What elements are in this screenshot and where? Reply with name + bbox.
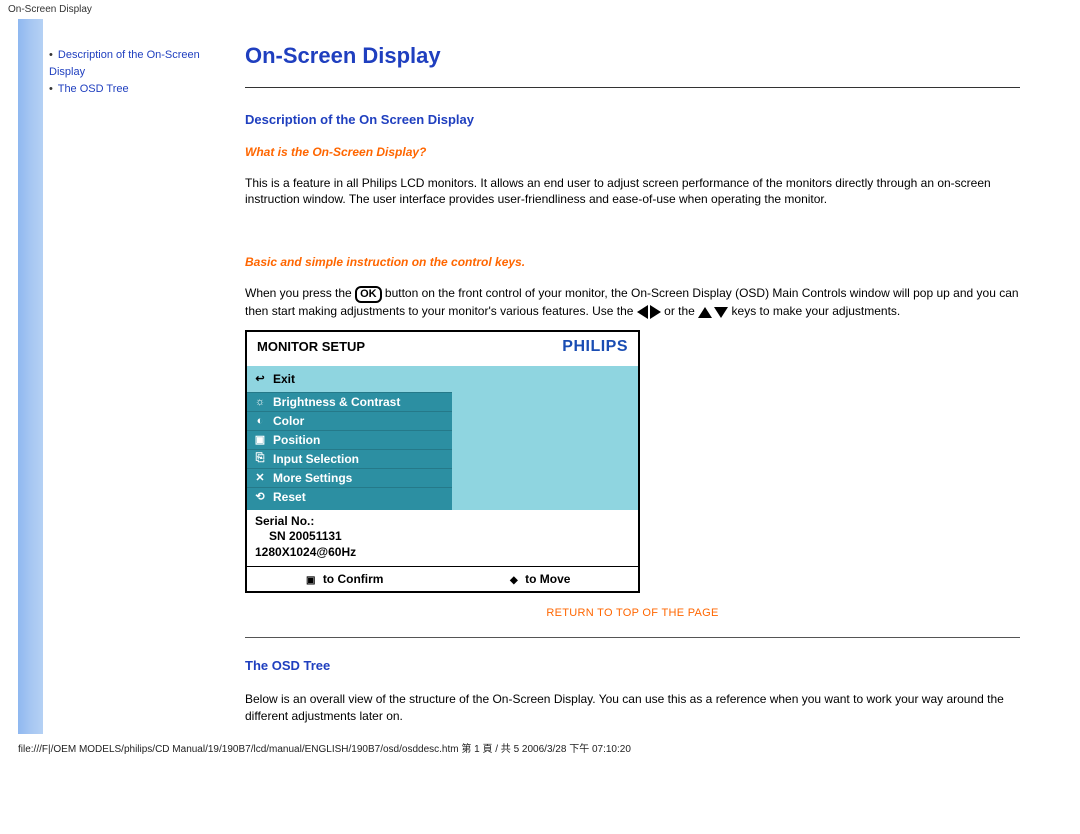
sidebar-item-description[interactable]: • Description of the On-Screen Display — [49, 47, 227, 81]
left-decoration-bar — [18, 19, 43, 734]
osd-header-title: MONITOR SETUP — [257, 339, 365, 354]
subheading-instruction: Basic and simple instruction on the cont… — [245, 255, 1020, 269]
osd-item-position[interactable]: ▣ Position — [247, 430, 452, 449]
section-heading-osd-tree: The OSD Tree — [245, 658, 1020, 673]
osd-item-color[interactable]: ◐ Color — [247, 411, 452, 430]
osd-item-reset[interactable]: ⟲ Reset — [247, 487, 452, 510]
sidebar: • Description of the On-Screen Display •… — [43, 19, 233, 734]
input-icon: ⎘ — [253, 453, 267, 465]
osd-menu-right-pane — [452, 366, 638, 510]
tools-icon: ✕ — [253, 472, 267, 484]
osd-footer: ▣ to Confirm ◆ to Move — [247, 566, 638, 591]
osd-item-label: More Settings — [273, 471, 352, 485]
paragraph-osd-tree: Below is an overall view of the structur… — [245, 691, 1020, 723]
osd-item-more[interactable]: ✕ More Settings — [247, 468, 452, 487]
section-heading-description: Description of the On Screen Display — [245, 112, 1020, 127]
sidebar-item-osd-tree[interactable]: • The OSD Tree — [49, 81, 227, 98]
osd-item-label: Position — [273, 433, 320, 447]
return-link-text[interactable]: RETURN TO TOP OF THE PAGE — [546, 607, 718, 619]
text-fragment: or the — [664, 304, 698, 318]
divider — [245, 637, 1020, 638]
osd-info-block: Serial No.: SN 20051131 1280X1024@60Hz — [247, 510, 638, 567]
osd-footer-confirm: ▣ to Confirm — [247, 567, 443, 591]
arrow-up-down-icon — [698, 303, 728, 319]
osd-header: MONITOR SETUP PHILIPS — [247, 332, 638, 366]
sidebar-link-description[interactable]: Description of the On-Screen Display — [49, 49, 200, 78]
right-spacer — [1032, 19, 1062, 734]
text-fragment: When you press the — [245, 286, 355, 300]
return-icon: ↩ — [253, 373, 267, 385]
sun-icon: ☼ — [253, 396, 267, 408]
paragraph-instruction: When you press the OK button on the fron… — [245, 285, 1020, 319]
osd-item-label: Reset — [273, 490, 306, 504]
divider — [245, 87, 1020, 88]
footer-file-path: file:///F|/OEM MODELS/philips/CD Manual/… — [0, 734, 1080, 765]
osd-item-brightness[interactable]: ☼ Brightness & Contrast — [247, 392, 452, 411]
text-fragment: keys to make your adjustments. — [732, 304, 901, 318]
confirm-icon: ▣ — [306, 575, 315, 586]
return-to-top-link[interactable]: RETURN TO TOP OF THE PAGE — [245, 607, 1020, 619]
paragraph-description: This is a feature in all Philips LCD mon… — [245, 175, 1020, 207]
osd-resolution: 1280X1024@60Hz — [255, 545, 630, 561]
osd-item-label: Brightness & Contrast — [273, 395, 400, 409]
osd-item-exit[interactable]: ↩ Exit — [247, 366, 452, 392]
osd-brand-logo: PHILIPS — [562, 338, 628, 356]
osd-item-label: Exit — [273, 372, 295, 386]
subheading-what-is-osd: What is the On-Screen Display? — [245, 145, 1020, 159]
osd-footer-move-label: to Move — [525, 572, 570, 586]
osd-footer-move: ◆ to Move — [443, 567, 639, 591]
osd-panel: MONITOR SETUP PHILIPS ↩ Exit ☼ Brightnes… — [245, 330, 640, 594]
osd-menu-list: ↩ Exit ☼ Brightness & Contrast ◐ Color — [247, 366, 452, 510]
osd-item-label: Color — [273, 414, 304, 428]
page-title: On-Screen Display — [245, 43, 1020, 69]
reset-icon: ⟲ — [253, 491, 267, 503]
osd-footer-confirm-label: to Confirm — [323, 572, 384, 586]
bullet-icon: • — [49, 49, 53, 61]
page-wrap: • Description of the On-Screen Display •… — [0, 19, 1080, 734]
osd-serial-value: SN 20051131 — [255, 529, 630, 545]
arrow-left-right-icon — [637, 303, 661, 319]
osd-menu: ↩ Exit ☼ Brightness & Contrast ◐ Color — [247, 366, 638, 510]
osd-item-input[interactable]: ⎘ Input Selection — [247, 449, 452, 468]
bullet-icon: • — [49, 83, 53, 95]
sidebar-link-osd-tree[interactable]: The OSD Tree — [58, 83, 129, 95]
ok-button-icon: OK — [355, 286, 382, 303]
osd-item-label: Input Selection — [273, 452, 359, 466]
window-title: On-Screen Display — [0, 0, 1080, 19]
osd-serial-label: Serial No.: — [255, 514, 630, 530]
palette-icon: ◐ — [253, 415, 267, 427]
position-icon: ▣ — [253, 434, 267, 446]
main-content: On-Screen Display Description of the On … — [233, 19, 1032, 734]
move-icon: ◆ — [510, 575, 518, 586]
